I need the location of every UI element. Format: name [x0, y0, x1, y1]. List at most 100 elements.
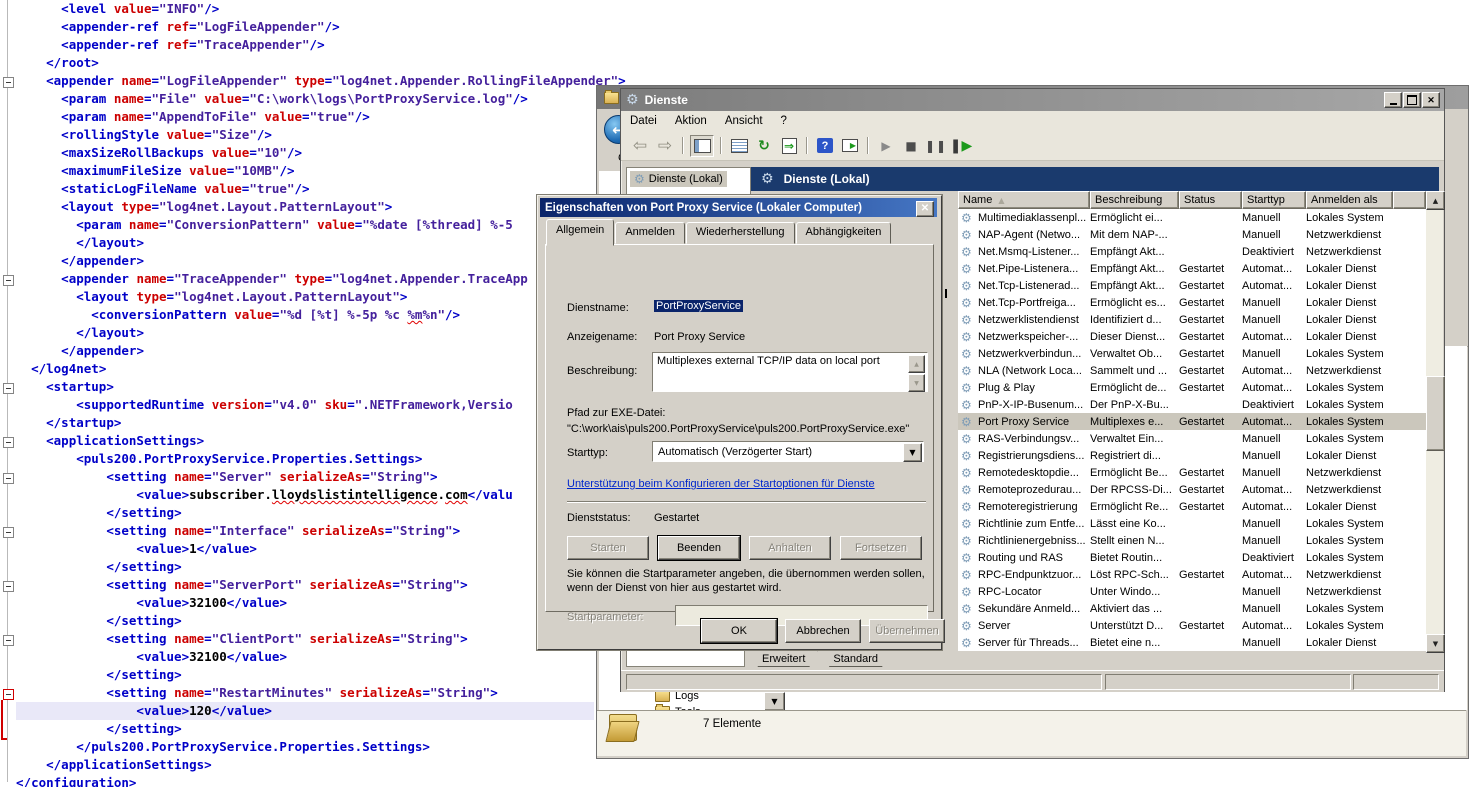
- fold-toggle-icon[interactable]: [3, 689, 14, 700]
- service-description: Ermöglicht Be...: [1090, 467, 1179, 479]
- service-row[interactable]: ⚙Richtlinienergebniss...Stellt einen N..…: [958, 532, 1426, 549]
- service-row[interactable]: ⚙Remoteprozedurau...Der RPCSS-Di...Gesta…: [958, 481, 1426, 498]
- service-row[interactable]: ⚙Port Proxy ServiceMultiplexes e...Gesta…: [958, 413, 1426, 430]
- tab-allgemein[interactable]: Allgemein: [546, 219, 614, 246]
- close-button[interactable]: ✕: [916, 201, 934, 217]
- code-line: <puls200.PortProxyService.Properties.Set…: [16, 450, 594, 468]
- service-row[interactable]: ⚙RAS-Verbindungsv...Verwaltet Ein...Manu…: [958, 430, 1426, 447]
- service-row[interactable]: ⚙RPC-LocatorUnter Windo...ManuellNetzwer…: [958, 583, 1426, 600]
- dialog-titlebar[interactable]: Eigenschaften von Port Proxy Service (Lo…: [540, 198, 937, 217]
- scroll-up-button[interactable]: ▲: [908, 355, 925, 373]
- menu-item-ansicht[interactable]: Ansicht: [716, 113, 772, 129]
- properties-icon[interactable]: [728, 136, 750, 156]
- code-line: </setting>: [16, 504, 594, 522]
- service-row[interactable]: ⚙Registrierungsdiens...Registriert di...…: [958, 447, 1426, 464]
- abbrechen-button[interactable]: Abbrechen: [785, 619, 861, 643]
- dropdown-button[interactable]: ▼: [764, 692, 785, 711]
- tree-item-dienste-lokal[interactable]: ⚙ Dienste (Lokal): [630, 171, 727, 187]
- fold-toggle-icon[interactable]: [3, 383, 14, 394]
- code-line: <appender name="TraceAppender" type="log…: [16, 270, 594, 288]
- code-line: </root>: [16, 54, 594, 72]
- menu-item-aktion[interactable]: Aktion: [666, 113, 716, 129]
- fold-toggle-icon[interactable]: [3, 473, 14, 484]
- service-row[interactable]: ⚙Sekundäre Anmeld...Aktiviert das ...Man…: [958, 600, 1426, 617]
- restart-icon[interactable]: ❚▶: [950, 136, 972, 156]
- back-icon[interactable]: ⇦: [629, 136, 651, 156]
- tab-anmelden[interactable]: Anmelden: [615, 222, 685, 244]
- extended-view-icon[interactable]: ▶: [839, 136, 861, 156]
- service-row[interactable]: ⚙NetzwerklistendienstIdentifiziert d...G…: [958, 311, 1426, 328]
- column-header-anmeldenals[interactable]: Anmelden als: [1306, 191, 1393, 209]
- scrollbar-thumb[interactable]: [1426, 376, 1445, 451]
- service-row[interactable]: ⚙Plug & PlayErmöglicht de...GestartetAut…: [958, 379, 1426, 396]
- service-row[interactable]: ⚙Remotedesktopdie...Ermöglicht Be...Gest…: [958, 464, 1426, 481]
- anhalten-button[interactable]: Anhalten: [749, 536, 831, 560]
- fold-toggle-icon[interactable]: [3, 437, 14, 448]
- services-gear-icon: ⚙: [958, 619, 978, 633]
- close-button[interactable]: ✕: [1422, 92, 1440, 108]
- fold-toggle-icon[interactable]: [3, 275, 14, 286]
- column-header-status[interactable]: Status: [1179, 191, 1242, 209]
- status-bar: [621, 670, 1444, 692]
- fortsetzen-button[interactable]: Fortsetzen: [840, 536, 922, 560]
- starttyp-select[interactable]: Automatisch (Verzögerter Start) ▼: [652, 441, 924, 462]
- service-row[interactable]: ⚙PnP-X-IP-Busenum...Der PnP-X-Bu...Deakt…: [958, 396, 1426, 413]
- menu-item-datei[interactable]: Datei: [621, 113, 666, 129]
- tab-wiederherstellung[interactable]: Wiederherstellung: [686, 222, 795, 244]
- service-row[interactable]: ⚙Netzwerkverbindun...Verwaltet Ob...Gest…: [958, 345, 1426, 362]
- vertical-scrollbar[interactable]: ▲ ▼: [1426, 191, 1443, 651]
- help-icon[interactable]: ?: [814, 136, 836, 156]
- service-row[interactable]: ⚙Multimediaklassenpl...Ermöglicht ei...M…: [958, 209, 1426, 226]
- service-row[interactable]: ⚙Server für Threads...Bietet eine n...Ma…: [958, 634, 1426, 651]
- beenden-button[interactable]: Beenden: [658, 536, 740, 560]
- code-line: </log4net>: [16, 360, 594, 378]
- maximize-button[interactable]: [1403, 92, 1421, 108]
- stop-icon[interactable]: ■: [900, 136, 922, 156]
- menu-item-[interactable]: ?: [772, 113, 796, 129]
- service-row[interactable]: ⚙Net.Pipe-Listenera...Empfängt Akt...Ges…: [958, 260, 1426, 277]
- column-header-starttyp[interactable]: Starttyp: [1242, 191, 1306, 209]
- fold-toggle-icon[interactable]: [3, 581, 14, 592]
- startoptions-help-link[interactable]: Unterstützung beim Konfigurieren der Sta…: [567, 478, 875, 490]
- column-header-beschreibung[interactable]: Beschreibung: [1090, 191, 1179, 209]
- forward-icon[interactable]: ⇨: [654, 136, 676, 156]
- service-row[interactable]: ⚙RemoteregistrierungErmöglicht Re...Gest…: [958, 498, 1426, 515]
- fold-toggle-icon[interactable]: [3, 527, 14, 538]
- service-logonas: Netzwerkdienst: [1306, 229, 1423, 241]
- refresh-icon[interactable]: ↻: [753, 136, 775, 156]
- minimize-button[interactable]: [1384, 92, 1402, 108]
- tab-abhngigkeiten[interactable]: Abhängigkeiten: [796, 222, 892, 244]
- fold-toggle-icon[interactable]: [3, 77, 14, 88]
- fold-toggle-icon[interactable]: [3, 635, 14, 646]
- service-starttype: Manuell: [1242, 229, 1306, 241]
- editor-change-tick: [1, 738, 7, 740]
- service-row[interactable]: ⚙NAP-Agent (Netwo...Mit dem NAP-...Manue…: [958, 226, 1426, 243]
- service-row[interactable]: ⚙RPC-Endpunktzuor...Löst RPC-Sch...Gesta…: [958, 566, 1426, 583]
- starten-button[interactable]: Starten: [567, 536, 649, 560]
- service-row[interactable]: ⚙Netzwerkspeicher-...Dieser Dienst...Ges…: [958, 328, 1426, 345]
- show-tree-icon[interactable]: [690, 135, 714, 157]
- service-description: Dieser Dienst...: [1090, 331, 1179, 343]
- column-header-name[interactable]: Name▲: [958, 191, 1090, 209]
- start-icon[interactable]: ▶: [875, 136, 897, 156]
- export-list-icon[interactable]: ⇒: [778, 136, 800, 156]
- ok-button[interactable]: OK: [701, 619, 777, 643]
- pause-icon[interactable]: ❚❚: [925, 136, 947, 156]
- service-row[interactable]: ⚙ServerUnterstützt D...GestartetAutomat.…: [958, 617, 1426, 634]
- tab-erweitert[interactable]: Erweitert: [749, 649, 818, 667]
- service-row[interactable]: ⚙NLA (Network Loca...Sammelt und ...Gest…: [958, 362, 1426, 379]
- service-row[interactable]: ⚙Net.Tcp-Listenerad...Empfängt Akt...Ges…: [958, 277, 1426, 294]
- service-row[interactable]: ⚙Routing und RASBietet Routin...Deaktivi…: [958, 549, 1426, 566]
- service-name: RPC-Endpunktzuor...: [978, 569, 1090, 581]
- service-status: Gestartet: [1179, 484, 1242, 496]
- beschreibung-field[interactable]: Multiplexes external TCP/IP data on loca…: [652, 352, 928, 392]
- scroll-down-button[interactable]: ▼: [1426, 634, 1445, 653]
- services-titlebar[interactable]: ⚙ Dienste ✕: [621, 89, 1444, 111]
- tab-standard[interactable]: Standard: [820, 649, 891, 667]
- service-row[interactable]: ⚙Net.Tcp-Portfreiga...Ermöglicht es...Ge…: [958, 294, 1426, 311]
- service-row[interactable]: ⚙Richtlinie zum Entfe...Lässt eine Ko...…: [958, 515, 1426, 532]
- scroll-down-button[interactable]: ▼: [908, 374, 925, 392]
- uebernehmen-button[interactable]: Übernehmen: [869, 619, 945, 643]
- service-row[interactable]: ⚙Net.Msmq-Listener...Empfängt Akt...Deak…: [958, 243, 1426, 260]
- scroll-up-button[interactable]: ▲: [1426, 191, 1445, 210]
